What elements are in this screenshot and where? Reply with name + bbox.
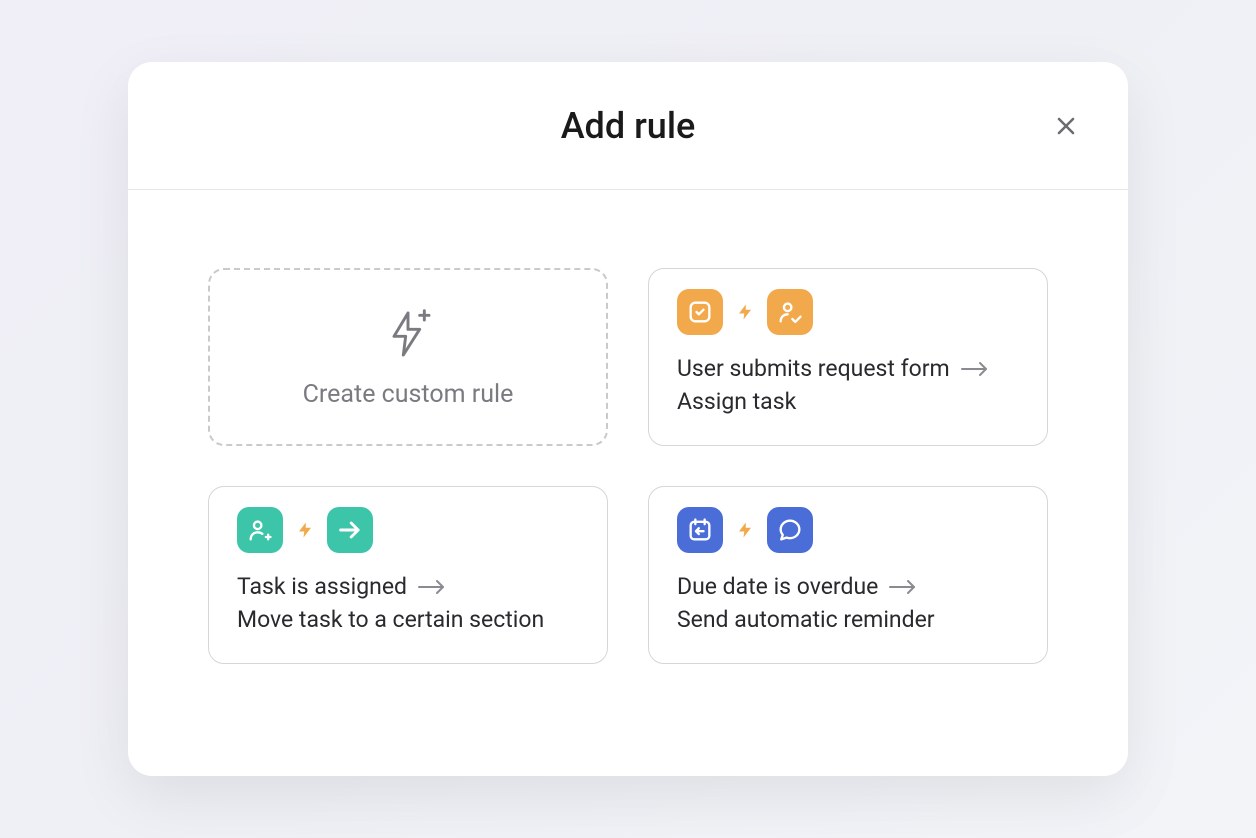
- form-check-icon: [686, 298, 714, 326]
- trigger-text: Due date is overdue: [677, 573, 878, 600]
- add-rule-modal: Add rule Create custom rule: [128, 62, 1128, 776]
- action-text: Move task to a certain section: [237, 606, 579, 633]
- icon-row: [237, 507, 579, 553]
- preset-rule-submit-form[interactable]: User submits request form Assign task: [648, 268, 1048, 446]
- lightning-plus-icon: [380, 306, 436, 362]
- action-icon-badge: [327, 507, 373, 553]
- bolt-icon: [735, 302, 755, 322]
- bolt-icon: [735, 520, 755, 540]
- icon-row: [677, 507, 1019, 553]
- trigger-line: Due date is overdue: [677, 573, 1019, 600]
- modal-body: Create custom rule: [128, 190, 1128, 742]
- user-plus-icon: [246, 516, 274, 544]
- arrow-right-icon: [417, 577, 447, 597]
- arrow-right-icon: [336, 516, 364, 544]
- preset-rule-due-overdue[interactable]: Due date is overdue Send automatic remin…: [648, 486, 1048, 664]
- action-text: Assign task: [677, 388, 1019, 415]
- action-icon-badge: [767, 507, 813, 553]
- user-assign-icon: [776, 298, 804, 326]
- trigger-line: User submits request form: [677, 355, 1019, 382]
- trigger-text: Task is assigned: [237, 573, 407, 600]
- trigger-icon-badge: [237, 507, 283, 553]
- custom-rule-label: Create custom rule: [303, 380, 514, 409]
- arrow-right-icon: [960, 359, 990, 379]
- trigger-line: Task is assigned: [237, 573, 579, 600]
- message-icon: [776, 516, 804, 544]
- modal-title: Add rule: [561, 105, 696, 147]
- trigger-icon-badge: [677, 289, 723, 335]
- action-icon-badge: [767, 289, 813, 335]
- calendar-back-icon: [686, 516, 714, 544]
- arrow-right-icon: [888, 577, 918, 597]
- rule-card-grid: Create custom rule: [208, 268, 1048, 664]
- action-text: Send automatic reminder: [677, 606, 1019, 633]
- create-custom-rule-card[interactable]: Create custom rule: [208, 268, 608, 446]
- preset-rule-task-assigned[interactable]: Task is assigned Move task to a certain …: [208, 486, 608, 664]
- trigger-text: User submits request form: [677, 355, 950, 382]
- icon-row: [677, 289, 1019, 335]
- close-icon: [1054, 114, 1078, 138]
- close-button[interactable]: [1052, 112, 1080, 140]
- trigger-icon-badge: [677, 507, 723, 553]
- bolt-icon: [295, 520, 315, 540]
- modal-header: Add rule: [128, 62, 1128, 190]
